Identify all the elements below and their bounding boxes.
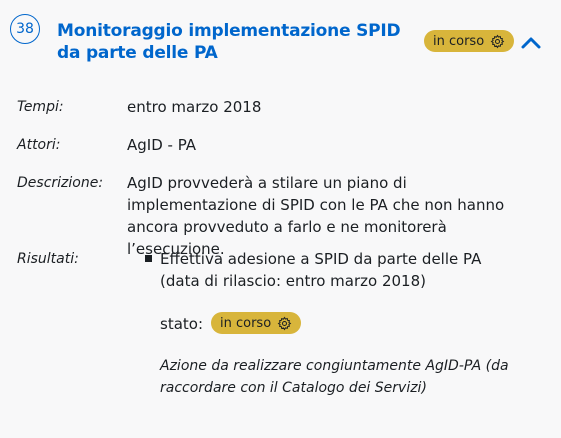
action-title[interactable]: Monitoraggio implementazione SPID da par…	[57, 20, 419, 64]
gear-icon	[277, 316, 292, 330]
action-number: 38	[16, 21, 34, 37]
bullet-marker	[145, 255, 152, 262]
descrizione-label: Descrizione:	[17, 175, 104, 191]
attori-label: Attori:	[17, 137, 61, 153]
result-text: Effettiva adesione a SPID da parte delle…	[160, 250, 482, 290]
status-badge: in corso	[424, 30, 515, 52]
result-status-label: in corso	[220, 315, 272, 331]
risultati-label: Risultati:	[17, 251, 79, 267]
chevron-up-icon[interactable]	[520, 34, 542, 50]
gear-icon	[490, 34, 505, 48]
status-label: in corso	[433, 33, 485, 49]
stato-label: stato:	[160, 315, 204, 333]
action-number-badge: 38	[10, 14, 40, 44]
descrizione-value: AgID provvederà a stilare un piano di im…	[127, 174, 505, 258]
result-note: Azione da realizzare congiuntamente AgID…	[160, 358, 509, 396]
tempi-value: entro marzo 2018	[127, 98, 262, 116]
tempi-label: Tempi:	[17, 99, 64, 115]
attori-value: AgID - PA	[127, 136, 197, 154]
result-status-badge: in corso	[211, 312, 302, 334]
